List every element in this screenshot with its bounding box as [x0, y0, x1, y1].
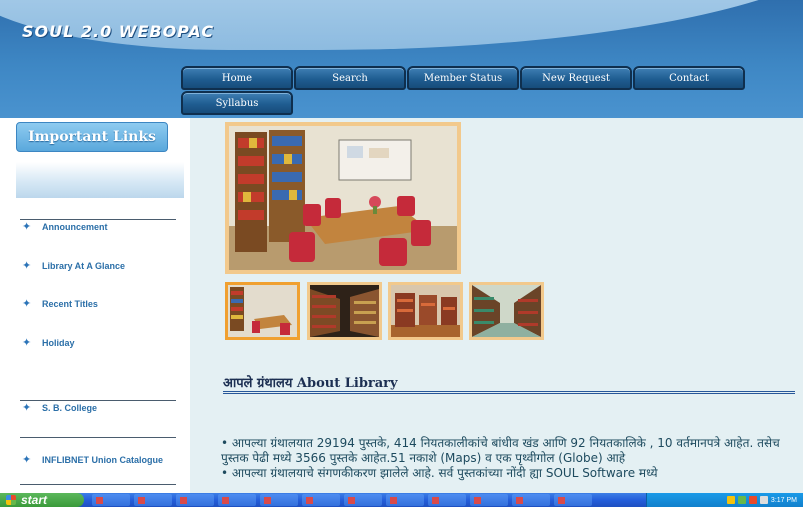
main-content: आपले ग्रंथालय About Library • आपल्या ग्र… [190, 118, 803, 493]
star-bullet-icon: ✦ [22, 221, 32, 233]
nav-new-request[interactable]: New Request [520, 66, 632, 90]
tray-clock: 3:17 PM [770, 496, 797, 504]
tray-icon[interactable] [737, 496, 746, 504]
about-paragraph: • आपल्या ग्रंथालयाचे संगणकीकरण झालेले आह… [221, 466, 658, 480]
sidebar-item-label: INFLIBNET Union Catalogue [42, 455, 163, 465]
about-divider [223, 391, 795, 394]
site-title: SOUL 2.0 WEBOPAC [22, 22, 215, 41]
tray-icon[interactable] [726, 496, 735, 504]
taskbar-app-button[interactable] [218, 494, 256, 506]
start-label: start [21, 493, 48, 507]
taskbar-app-button[interactable] [386, 494, 424, 506]
taskbar-app-button[interactable] [260, 494, 298, 506]
app-icon [264, 496, 271, 504]
about-library-text: • आपल्या ग्रंथालयात 29194 पुस्तके, 414 न… [221, 436, 781, 481]
app-icon [558, 496, 565, 504]
windows-flag-icon [6, 495, 16, 505]
app-icon [390, 496, 397, 504]
sidebar-item-holiday[interactable]: ✦ Holiday [22, 335, 187, 351]
thumbnail-2[interactable] [307, 282, 382, 340]
nav-search[interactable]: Search [294, 66, 406, 90]
important-links-heading: Important Links [16, 122, 168, 152]
link-divider [20, 437, 176, 438]
thumb-shelves-room [391, 285, 460, 337]
library-main-photo [225, 122, 461, 274]
app-icon [96, 496, 103, 504]
sidebar: Important Links ✦ Announcement ✦ Library… [0, 118, 190, 493]
link-divider [20, 484, 176, 485]
library-room-illustration [229, 126, 457, 270]
taskbar-app-button[interactable] [176, 494, 214, 506]
star-bullet-icon: ✦ [22, 337, 32, 349]
nav-syllabus[interactable]: Syllabus [181, 91, 293, 115]
about-library-title: आपले ग्रंथालय About Library [223, 373, 398, 391]
sidebar-item-sb-college[interactable]: ✦ S. B. College [22, 400, 187, 416]
taskbar-app-button[interactable] [302, 494, 340, 506]
thumb-stacks-aisle [310, 285, 379, 337]
tray-icon[interactable] [748, 496, 757, 504]
sidebar-item-label: Announcement [42, 222, 108, 232]
sidebar-item-inflibnet[interactable]: ✦ INFLIBNET Union Catalogue [22, 452, 187, 468]
sidebar-item-label: Library At A Glance [42, 261, 126, 271]
sidebar-item-announcement[interactable]: ✦ Announcement [22, 219, 187, 235]
about-title-marathi: आपले ग्रंथालय [223, 376, 293, 391]
app-icon [432, 496, 439, 504]
thumb-long-aisle [472, 285, 541, 337]
system-tray: 3:17 PM [646, 493, 803, 507]
taskbar-app-button[interactable] [512, 494, 550, 506]
app-icon [348, 496, 355, 504]
taskbar-app-button[interactable] [92, 494, 130, 506]
app-icon [222, 496, 229, 504]
taskbar-app-button[interactable] [470, 494, 508, 506]
sidebar-item-label: Holiday [42, 338, 75, 348]
sidebar-item-label: Recent Titles [42, 299, 98, 309]
taskbar-app-button[interactable] [554, 494, 592, 506]
thumbnail-image [228, 285, 297, 337]
taskbar-app-button[interactable] [134, 494, 172, 506]
nav-home[interactable]: Home [181, 66, 293, 90]
sidebar-item-recent-titles[interactable]: ✦ Recent Titles [22, 296, 187, 312]
nav-contact[interactable]: Contact [633, 66, 745, 90]
nav-member-status[interactable]: Member Status [407, 66, 519, 90]
star-bullet-icon: ✦ [22, 298, 32, 310]
star-bullet-icon: ✦ [22, 402, 32, 414]
sidebar-item-library-at-a-glance[interactable]: ✦ Library At A Glance [22, 258, 187, 274]
app-icon [306, 496, 313, 504]
thumbnail-image [472, 285, 541, 337]
app-icon [516, 496, 523, 504]
thumb-reading-room [228, 285, 297, 337]
site-header: SOUL 2.0 WEBOPAC Home Search Member Stat… [0, 0, 803, 118]
thumbnail-3[interactable] [388, 282, 463, 340]
star-bullet-icon: ✦ [22, 454, 32, 466]
about-paragraph: • आपल्या ग्रंथालयात 29194 पुस्तके, 414 न… [221, 436, 780, 465]
app-icon [180, 496, 187, 504]
taskbar-app-button[interactable] [344, 494, 382, 506]
about-title-english: About Library [296, 376, 398, 391]
thumbnail-1[interactable] [225, 282, 300, 340]
os-taskbar: start 3:17 PM [0, 493, 803, 507]
taskbar-app-button[interactable] [428, 494, 466, 506]
sidebar-item-label: S. B. College [42, 403, 98, 413]
thumbnail-4[interactable] [469, 282, 544, 340]
thumbnail-image [310, 285, 379, 337]
app-icon [138, 496, 145, 504]
app-icon [474, 496, 481, 504]
star-bullet-icon: ✦ [22, 260, 32, 272]
thumbnail-image [391, 285, 460, 337]
start-button[interactable]: start [0, 493, 84, 507]
volume-icon[interactable] [759, 496, 768, 504]
links-band [16, 162, 184, 198]
library-photo-image [229, 126, 457, 270]
